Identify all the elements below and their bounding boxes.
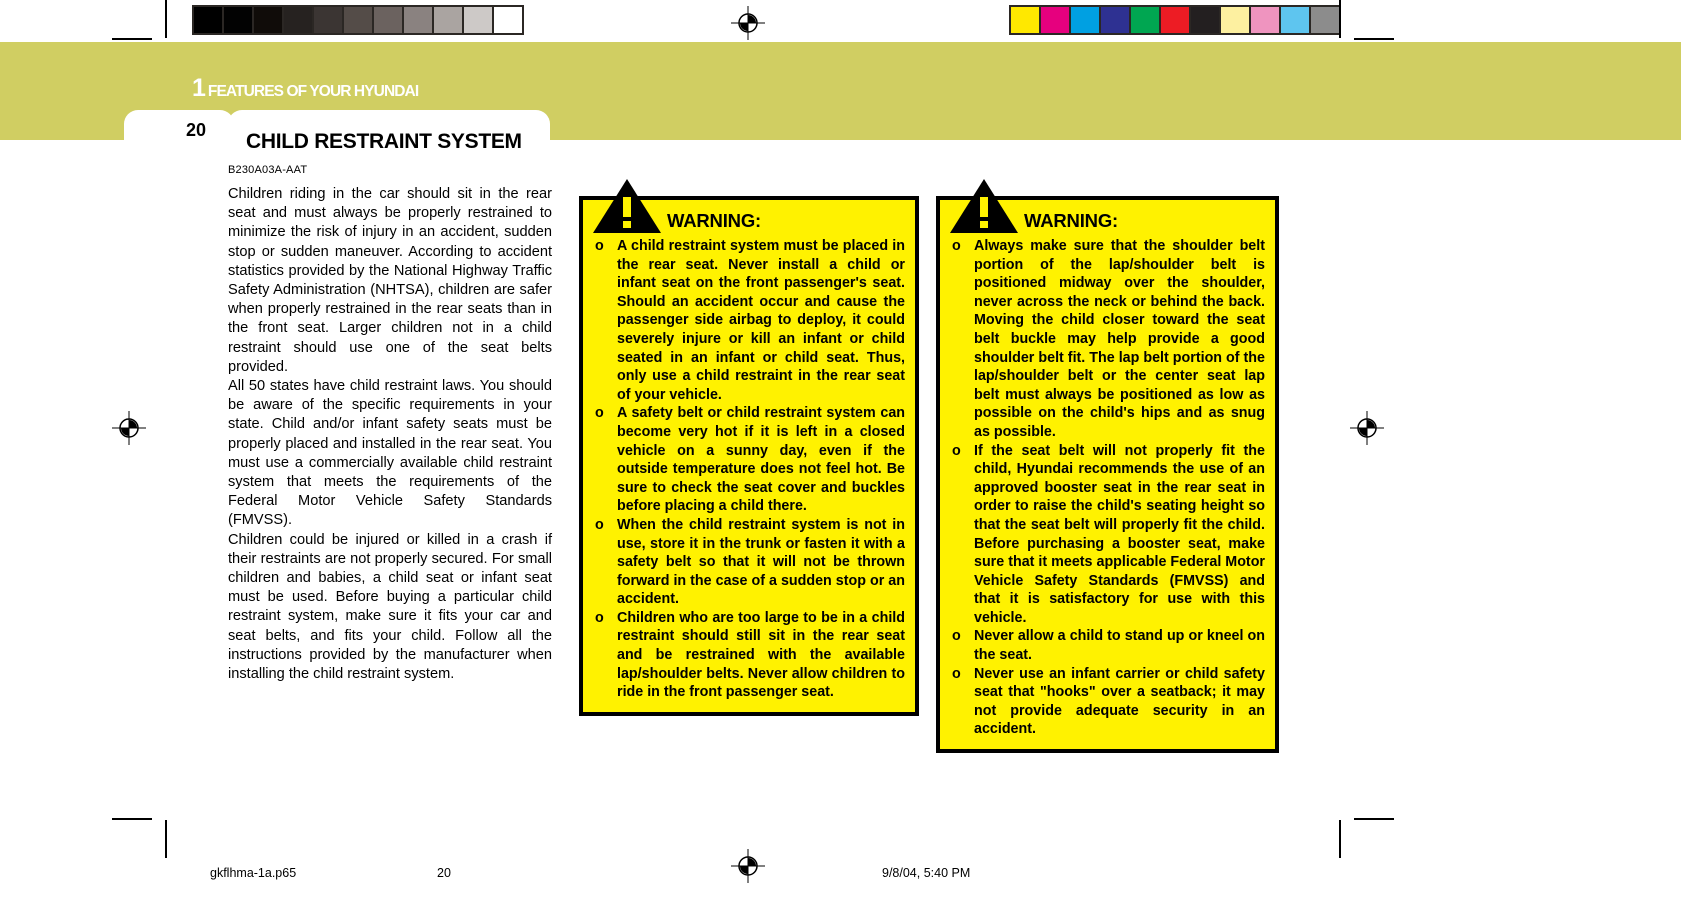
grayscale-calibration-bar	[192, 5, 524, 35]
warning-item-text: If the seat belt will not properly fit t…	[974, 442, 1265, 626]
warning-item-text: When the child restraint system is not i…	[617, 516, 905, 608]
warning-bullet-marker: o	[952, 628, 961, 645]
color-swatch	[464, 7, 492, 33]
color-swatch	[434, 7, 462, 33]
color-swatch	[1191, 7, 1219, 33]
warning-bullet-marker: o	[595, 238, 604, 254]
warning-bullet-marker: o	[595, 405, 604, 422]
color-swatch	[1281, 7, 1309, 33]
cmyk-calibration-bar	[1009, 5, 1341, 35]
warning-item: o Never use an infant carrier or child s…	[948, 665, 1265, 739]
print-footer: gkflhma-1a.p65 20 9/8/04, 5:40 PM	[0, 866, 1681, 886]
manual-page: 1 FEATURES OF YOUR HYUNDAI 20 CHILD REST…	[0, 0, 1681, 915]
registration-mark-left	[112, 411, 146, 450]
warning-item-text: A safety belt or child restraint system …	[617, 405, 905, 515]
color-swatch	[1071, 7, 1099, 33]
crop-mark-top-left-v	[165, 0, 167, 38]
color-swatch	[284, 7, 312, 33]
chapter-number: 1	[192, 74, 206, 102]
footer-filename: gkflhma-1a.p65	[210, 866, 297, 880]
color-swatch	[1221, 7, 1249, 33]
warning-bullet-marker: o	[952, 442, 961, 459]
breadcrumb: 1 FEATURES OF YOUR HYUNDAI	[192, 74, 419, 102]
color-swatch	[344, 7, 372, 33]
warning-item: o Never allow a child to stand up or kne…	[948, 627, 1265, 664]
footer-page-number: 20	[437, 866, 451, 880]
color-swatch	[1011, 7, 1039, 33]
warning-box: WARNING: o A child restraint system must…	[579, 179, 919, 716]
warning-label: WARNING:	[667, 210, 761, 231]
color-swatch	[254, 7, 282, 33]
page-title: CHILD RESTRAINT SYSTEM	[246, 130, 522, 154]
page-number: 20	[186, 120, 207, 140]
crop-mark-top-left-h	[112, 38, 152, 40]
color-swatch	[1161, 7, 1189, 33]
warning-item: o A safety belt or child restraint syste…	[591, 404, 905, 516]
warning-triangle-icon	[591, 177, 663, 242]
warning-bullet-marker: o	[595, 516, 604, 533]
warning-item-text: Never use an infant carrier or child saf…	[974, 665, 1265, 738]
warning-item: o A child restraint system must be place…	[591, 237, 905, 404]
warning-bullet-marker: o	[952, 238, 961, 254]
warning-bullet-marker: o	[595, 609, 604, 626]
warning-item: o When the child restraint system is not…	[591, 516, 905, 609]
chapter-title: FEATURES OF YOUR HYUNDAI	[207, 83, 419, 100]
color-swatch	[374, 7, 402, 33]
color-swatch	[314, 7, 342, 33]
warning-item-text: Never allow a child to stand up or kneel…	[974, 628, 1265, 664]
warning-item-text: A child restraint system must be placed …	[617, 238, 905, 403]
color-swatch	[404, 7, 432, 33]
registration-mark-right	[1350, 411, 1384, 450]
page-number-tab	[124, 110, 234, 150]
color-swatch	[194, 7, 222, 33]
crop-mark-bottom-left-h	[112, 818, 152, 820]
color-swatch	[1251, 7, 1279, 33]
color-swatch	[494, 7, 522, 33]
warning-triangle-icon	[948, 177, 1020, 242]
registration-mark-top	[731, 6, 765, 45]
warning-item: o Children who are too large to be in a …	[591, 609, 905, 702]
crop-mark-bottom-left-v	[165, 820, 167, 858]
color-swatch	[1041, 7, 1069, 33]
crop-mark-top-right-h	[1354, 38, 1394, 40]
warning-item-list: o Always make sure that the shoulder bel…	[948, 237, 1265, 739]
part-code: B230A03A-AAT	[228, 164, 308, 176]
warning-box: WARNING: o Always make sure that the sho…	[936, 179, 1279, 754]
crop-mark-top-right-v	[1339, 0, 1341, 38]
warning-item-text: Children who are too large to be in a ch…	[617, 609, 905, 701]
color-swatch	[1311, 7, 1339, 33]
warning-header: WARNING:	[591, 179, 905, 236]
color-swatch	[224, 7, 252, 33]
body-paragraph: Children riding in the car should sit in…	[228, 186, 552, 375]
color-swatch	[1131, 7, 1159, 33]
warning-label: WARNING:	[1024, 210, 1118, 231]
warning-header: WARNING:	[948, 179, 1265, 236]
body-text-column: B230A03A-AAT Children riding in the car …	[228, 164, 552, 684]
warning-item: o Always make sure that the shoulder bel…	[948, 237, 1265, 442]
warning-item: o If the seat belt will not properly fit…	[948, 442, 1265, 628]
warning-bullet-marker: o	[952, 665, 961, 682]
warning-item-text: Always make sure that the shoulder belt …	[974, 238, 1265, 440]
footer-timestamp: 9/8/04, 5:40 PM	[882, 866, 971, 880]
color-swatch	[1101, 7, 1129, 33]
crop-mark-bottom-right-h	[1354, 818, 1394, 820]
body-paragraph: Children could be injured or killed in a…	[228, 531, 552, 683]
warning-item-list: o A child restraint system must be place…	[591, 237, 905, 702]
body-paragraph: All 50 states have child restraint laws.…	[228, 378, 552, 529]
crop-mark-bottom-right-v	[1339, 820, 1341, 858]
